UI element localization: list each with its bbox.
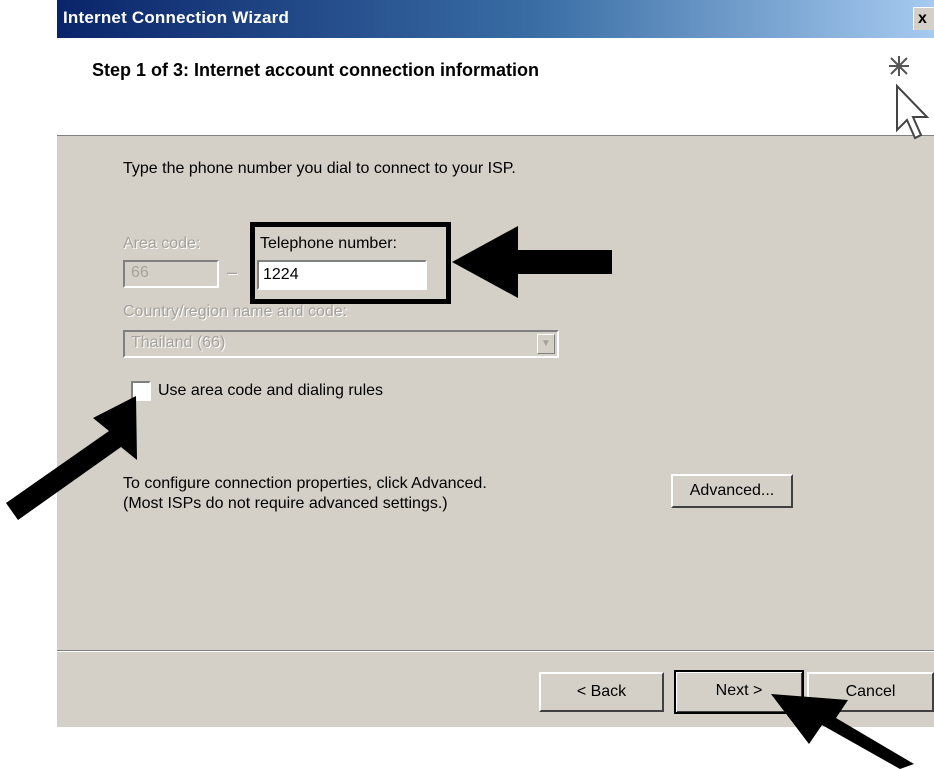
use-dialing-rules-checkbox[interactable]: [131, 381, 151, 401]
back-button[interactable]: < Back: [539, 672, 664, 712]
wizard-window: Internet Connection Wizard x Step 1 of 3…: [57, 0, 934, 727]
next-button[interactable]: Next >: [674, 670, 804, 714]
area-code-input: 66: [123, 260, 219, 288]
close-button[interactable]: x: [913, 7, 934, 30]
instruction-text: Type the phone number you dial to connec…: [123, 160, 516, 177]
config-text-line2: (Most ISPs do not require advanced setti…: [123, 495, 448, 512]
cancel-button[interactable]: Cancel: [807, 672, 934, 712]
footer-divider: [57, 650, 934, 652]
wizard-header: Step 1 of 3: Internet account connection…: [57, 38, 934, 140]
step-title: Step 1 of 3: Internet account connection…: [92, 60, 540, 80]
area-code-separator: –: [227, 262, 238, 282]
config-text-line1: To configure connection properties, clic…: [123, 475, 487, 492]
telephone-number-input[interactable]: [257, 260, 427, 290]
country-region-select: Thailand (66) ▼: [123, 330, 559, 358]
use-dialing-rules-label[interactable]: Use area code and dialing rules: [158, 382, 383, 400]
window-title: Internet Connection Wizard: [63, 8, 290, 27]
title-bar[interactable]: Internet Connection Wizard x: [57, 0, 934, 38]
country-region-label: Country/region name and code:: [123, 303, 348, 320]
advanced-config-text: To configure connection properties, clic…: [123, 474, 487, 514]
country-region-value: Thailand (66): [131, 334, 226, 351]
telephone-number-label: Telephone number:: [260, 235, 397, 252]
advanced-button[interactable]: Advanced...: [671, 474, 793, 508]
area-code-label: Area code:: [123, 235, 201, 252]
wizard-cursor-icon: [889, 56, 930, 140]
chevron-down-icon: ▼: [537, 334, 555, 354]
